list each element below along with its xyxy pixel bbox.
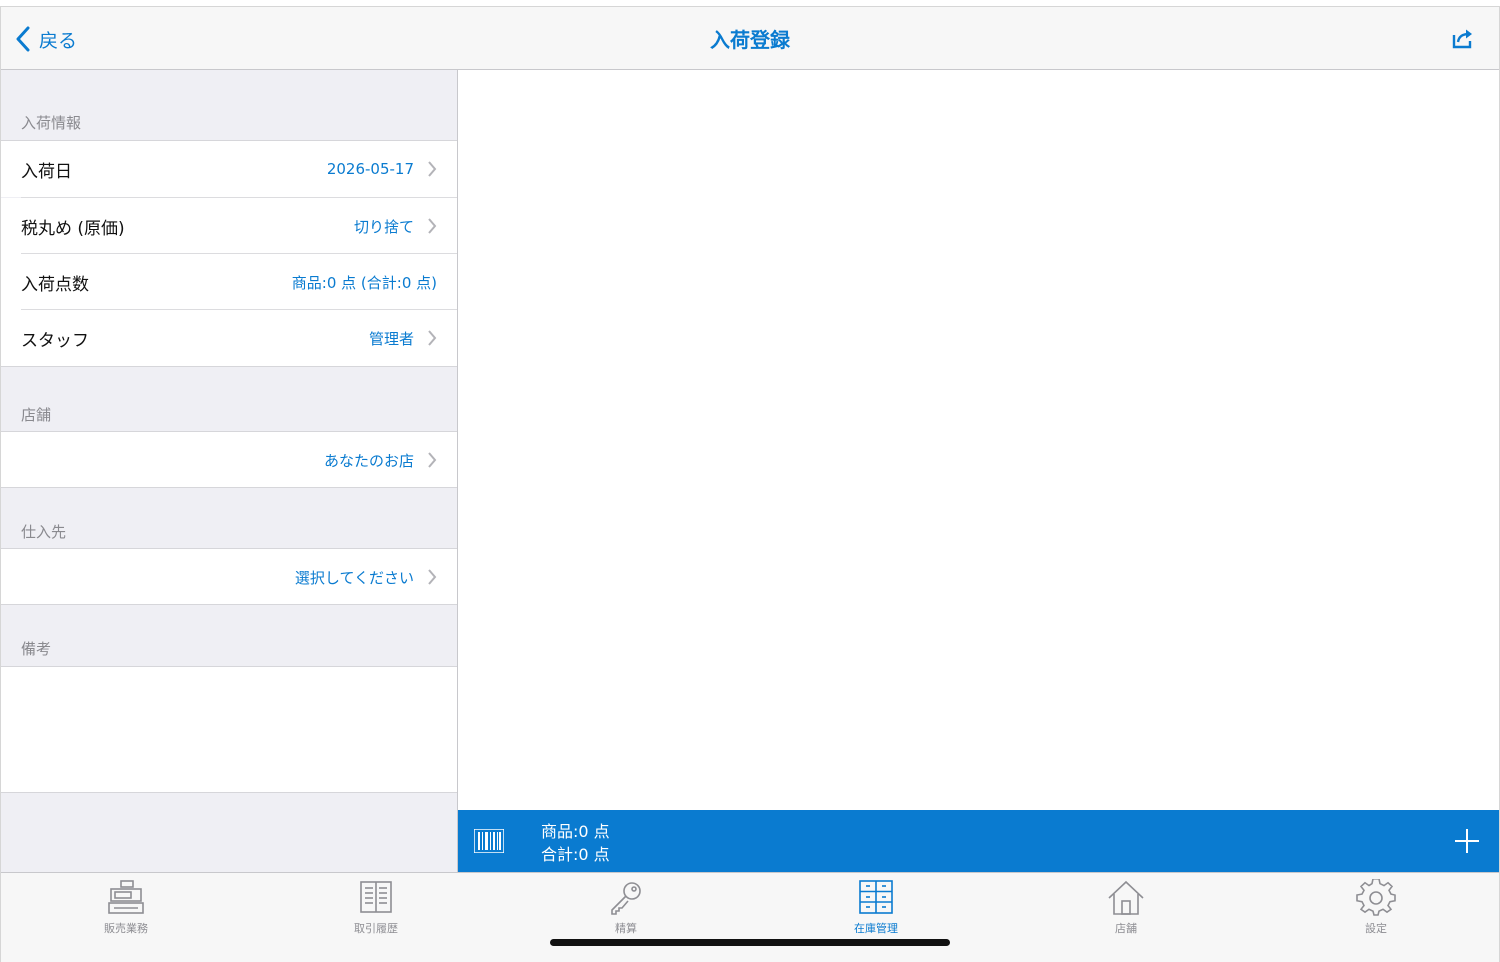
tab-sales[interactable]: 販売業務 <box>36 879 216 939</box>
store-value: あなたのお店 <box>323 451 414 470</box>
divider <box>1 604 457 605</box>
tab-inventory[interactable]: 在庫管理 <box>786 879 966 939</box>
chevron-right-icon <box>428 218 437 234</box>
tab-settlement[interactable]: 精算 <box>536 879 716 939</box>
tab-settings-label: 設定 <box>1365 922 1387 935</box>
chevron-right-icon <box>428 569 437 585</box>
tab-sales-label: 販売業務 <box>104 922 148 935</box>
chevron-right-icon <box>428 161 437 177</box>
count-summary: 商品:0 点 合計:0 点 <box>541 820 610 866</box>
cabinet-icon <box>859 880 893 914</box>
book-icon <box>360 881 392 913</box>
arrival-count-row: 入荷点数 商品:0 点 (合計:0 点) <box>1 254 457 310</box>
arrival-date-row[interactable]: 入荷日 2026-05-17 <box>1 141 457 197</box>
tax-rounding-row[interactable]: 税丸め (原価) 切り捨て <box>1 198 457 254</box>
tab-settlement-label: 精算 <box>615 922 637 935</box>
home-indicator[interactable] <box>550 939 950 946</box>
page-title: 入荷登録 <box>710 28 790 52</box>
gear-icon <box>1356 879 1396 916</box>
barcode-icon[interactable] <box>474 829 504 853</box>
tab-history[interactable]: 取引履歴 <box>286 879 466 939</box>
chevron-right-icon <box>428 330 437 346</box>
app-window: 戻る 入荷登録 入荷情報 入荷日 2026-05-17 税丸め (原価) 切り捨… <box>0 6 1500 962</box>
arrival-count-value: 商品:0 点 (合計:0 点) <box>291 273 437 292</box>
arrival-date-label: 入荷日 <box>21 161 72 182</box>
tab-settings[interactable]: 設定 <box>1286 879 1466 939</box>
staff-row[interactable]: スタッフ 管理者 <box>1 310 457 366</box>
tab-bar: 販売業務 取引履歴 精算 在庫管理 店舗 設定 <box>1 872 1499 962</box>
supplier-value: 選択してください <box>294 568 414 587</box>
total-count: 合計:0 点 <box>541 845 610 864</box>
form-pane: 入荷情報 入荷日 2026-05-17 税丸め (原価) 切り捨て 入荷点数 商… <box>1 70 458 872</box>
key-icon <box>611 882 641 915</box>
supplier-row[interactable]: 選択してください <box>1 549 457 605</box>
tab-store[interactable]: 店舗 <box>1036 879 1216 939</box>
share-icon[interactable] <box>1451 26 1475 50</box>
staff-value: 管理者 <box>368 329 414 348</box>
section-header-arrival-info: 入荷情報 <box>21 114 82 132</box>
section-header-memo: 備考 <box>21 640 52 658</box>
store-row[interactable]: あなたのお店 <box>1 432 457 488</box>
memo-field[interactable] <box>1 666 457 793</box>
register-icon <box>108 880 144 914</box>
items-count: 商品:0 点 <box>541 822 610 841</box>
divider <box>1 366 457 367</box>
tab-store-label: 店舗 <box>1115 922 1137 935</box>
scan-bar: 商品:0 点 合計:0 点 <box>458 810 1499 872</box>
arrival-date-value: 2026-05-17 <box>326 160 414 178</box>
tab-inventory-label: 在庫管理 <box>854 922 898 935</box>
section-header-supplier: 仕入先 <box>21 523 67 541</box>
divider <box>1 487 457 488</box>
navigation-bar: 戻る 入荷登録 <box>1 7 1499 70</box>
tax-rounding-label: 税丸め (原価) <box>21 218 125 239</box>
staff-label: スタッフ <box>21 330 89 351</box>
house-icon <box>1108 880 1144 915</box>
arrival-count-label: 入荷点数 <box>21 274 89 295</box>
add-icon[interactable] <box>1453 827 1481 855</box>
tab-history-label: 取引履歴 <box>354 922 398 935</box>
section-header-store: 店舗 <box>21 406 52 424</box>
tax-rounding-value: 切り捨て <box>353 217 414 236</box>
item-list-area <box>458 70 1499 810</box>
chevron-right-icon <box>428 452 437 468</box>
